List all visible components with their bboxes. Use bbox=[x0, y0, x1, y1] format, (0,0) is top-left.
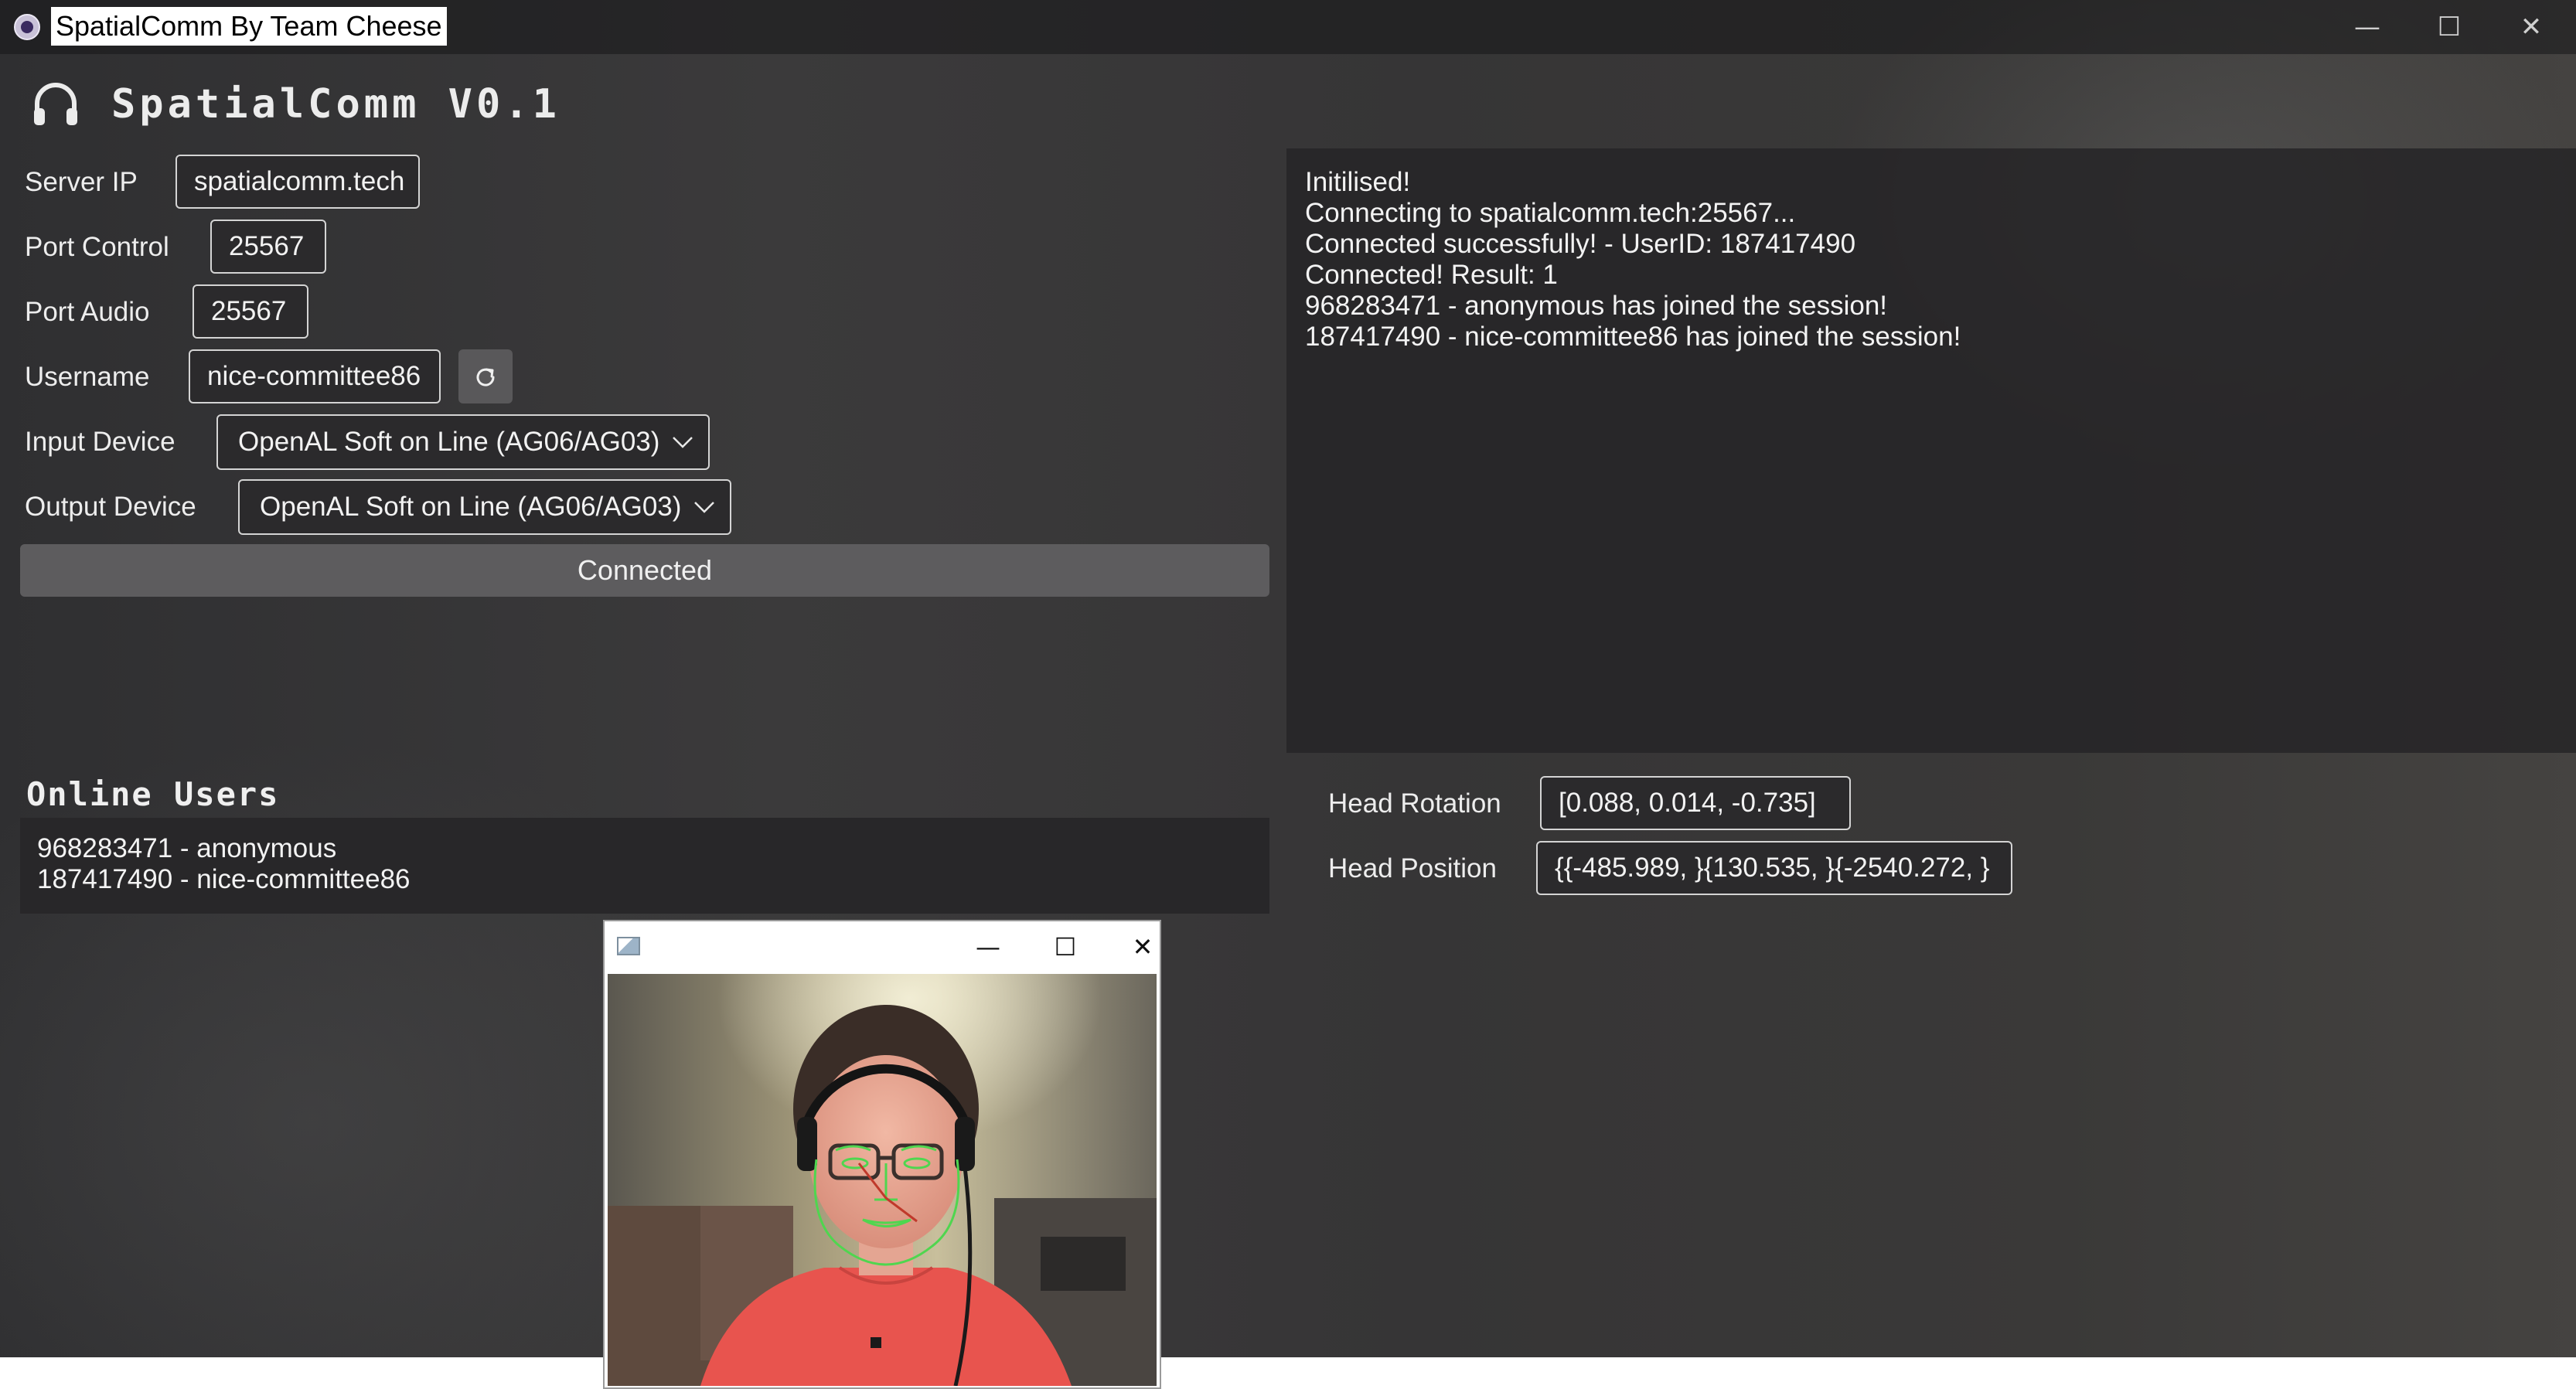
close-icon[interactable]: ✕ bbox=[1119, 928, 1166, 966]
input-device-label: Input Device bbox=[25, 427, 175, 457]
user-item: 968283471 - anonymous bbox=[37, 833, 337, 863]
input-device-value: OpenAL Soft on Line (AG06/AG03) bbox=[238, 427, 660, 457]
log-line: 187417490 - nice-committee86 has joined … bbox=[1305, 322, 1961, 352]
refresh-icon bbox=[476, 368, 495, 386]
server-ip-input[interactable]: spatialcomm.tech bbox=[175, 155, 420, 209]
camera-preview-window: — ☐ ✕ bbox=[603, 920, 1161, 1389]
maximize-icon[interactable]: ☐ bbox=[1042, 928, 1089, 966]
server-ip-label: Server IP bbox=[25, 167, 138, 197]
minimize-icon[interactable]: — bbox=[965, 928, 1011, 966]
user-item: 187417490 - nice-committee86 bbox=[37, 864, 411, 894]
username-input[interactable]: nice-committee86 bbox=[189, 349, 441, 403]
camera-title-bar: — ☐ ✕ bbox=[605, 921, 1160, 972]
app-window: SpatialComm By Team Cheese — ☐ ✕ Spatial… bbox=[0, 0, 2576, 1357]
output-device-value: OpenAL Soft on Line (AG06/AG03) bbox=[260, 492, 682, 522]
chevron-down-icon bbox=[673, 437, 693, 448]
port-control-input[interactable]: 25567 bbox=[210, 220, 326, 274]
connect-button[interactable]: Connected bbox=[20, 544, 1269, 597]
title-bar: SpatialComm By Team Cheese — ☐ ✕ bbox=[0, 0, 2576, 54]
port-audio-label: Port Audio bbox=[25, 297, 150, 327]
head-position-field[interactable]: {{-485.989, }{130.535, }{-2540.272, } bbox=[1536, 841, 2012, 895]
window-title: SpatialComm By Team Cheese bbox=[51, 7, 447, 46]
log-panel: Initilised! Connecting to spatialcomm.te… bbox=[1286, 148, 2576, 753]
refresh-username-button[interactable] bbox=[458, 349, 513, 403]
minimize-icon[interactable]: — bbox=[2336, 5, 2398, 49]
port-audio-input[interactable]: 25567 bbox=[193, 284, 308, 339]
app-heading: SpatialComm V0.1 bbox=[111, 81, 561, 128]
output-device-label: Output Device bbox=[25, 492, 196, 522]
online-users-title: Online Users bbox=[26, 775, 280, 813]
online-users-list: 968283471 - anonymous 187417490 - nice-c… bbox=[20, 818, 1269, 914]
head-rotation-field[interactable]: [0.088, 0.014, -0.735] bbox=[1540, 776, 1851, 830]
maximize-icon[interactable]: ☐ bbox=[2418, 5, 2480, 49]
log-line: Connected successfully! - UserID: 187417… bbox=[1305, 229, 1856, 259]
log-line: Initilised! bbox=[1305, 167, 1411, 197]
webcam-face-image bbox=[608, 974, 1157, 1386]
head-rotation-label: Head Rotation bbox=[1328, 788, 1501, 819]
output-device-dropdown[interactable]: OpenAL Soft on Line (AG06/AG03) bbox=[238, 479, 731, 535]
headphones-icon bbox=[34, 83, 77, 125]
camera-feed bbox=[608, 974, 1157, 1386]
input-device-dropdown[interactable]: OpenAL Soft on Line (AG06/AG03) bbox=[216, 414, 710, 470]
chevron-down-icon bbox=[694, 502, 714, 513]
log-line: Connecting to spatialcomm.tech:25567... bbox=[1305, 198, 1796, 228]
username-label: Username bbox=[25, 362, 150, 392]
close-icon[interactable]: ✕ bbox=[2500, 5, 2562, 49]
log-line: 968283471 - anonymous has joined the ses… bbox=[1305, 291, 1888, 321]
app-window-icon bbox=[617, 937, 640, 955]
log-line: Connected! Result: 1 bbox=[1305, 260, 1558, 290]
port-control-label: Port Control bbox=[25, 232, 169, 262]
head-position-label: Head Position bbox=[1328, 853, 1497, 883]
app-logo-icon bbox=[14, 14, 40, 40]
